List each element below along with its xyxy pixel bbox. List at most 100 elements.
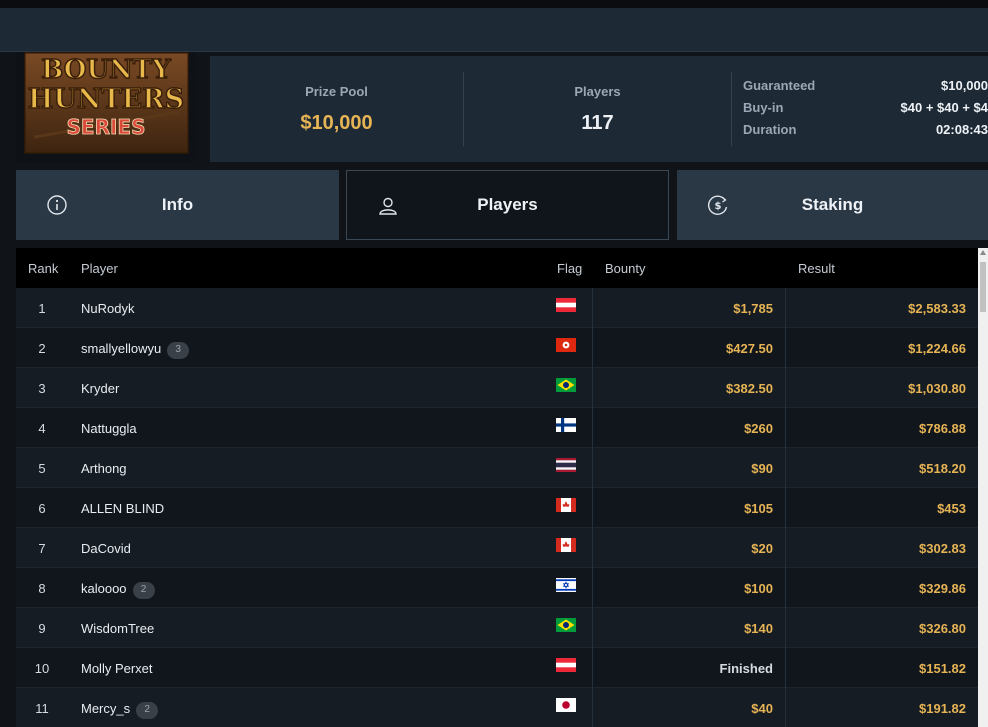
logo-line-2: HUNTERS (28, 84, 184, 115)
tab-info-label: Info (161, 195, 194, 214)
flag-brazil-icon (556, 378, 576, 392)
bounty-cell: $20 (751, 541, 773, 556)
player-name[interactable]: NuRodyk (81, 301, 134, 316)
column-divider (592, 448, 593, 488)
prize-pool-stat: Prize Pool $10,000 (210, 56, 463, 162)
result-cell: $329.86 (919, 581, 966, 596)
column-header-result[interactable]: Result (798, 261, 835, 276)
bounty-cell: $382.50 (726, 381, 773, 396)
result-cell: $151.82 (919, 661, 966, 676)
column-divider (785, 288, 786, 328)
logo-line-3: SERIES (67, 115, 146, 139)
table-row[interactable]: 1 NuRodyk $1,785 $2,583.33 (16, 288, 978, 328)
table-body: 1 NuRodyk $1,785 $2,583.33 2 smallyellowyu 3 $4… (16, 288, 978, 727)
column-divider (785, 328, 786, 368)
detail-value: $10,000 (941, 78, 988, 93)
players-stat: Players 117 (464, 56, 731, 162)
player-cell[interactable]: Molly Perxet (81, 661, 153, 676)
bounty-cell: $1,785 (733, 301, 773, 316)
player-name[interactable]: Mercy_s (81, 701, 130, 716)
column-divider (592, 288, 593, 328)
user-icon (379, 197, 397, 215)
player-name[interactable]: Molly Perxet (81, 661, 153, 676)
prize-pool-label: Prize Pool (305, 84, 368, 99)
players-label: Players (574, 84, 621, 99)
table-row[interactable]: 4 Nattuggla $260 $786.88 (16, 408, 978, 448)
table-row[interactable]: 2 smallyellowyu 3 $427.50 $1,224.66 (16, 328, 978, 368)
player-cell[interactable]: ALLEN BLIND (81, 501, 164, 516)
player-name[interactable]: Nattuggla (81, 421, 137, 436)
svg-text:$: $ (715, 201, 722, 212)
flag-canada-icon (556, 538, 576, 552)
flag-japan-icon (556, 698, 576, 712)
flag-brazil-icon (556, 618, 576, 632)
player-name[interactable]: Kryder (81, 381, 119, 396)
column-header-bounty[interactable]: Bounty (605, 261, 645, 276)
logo-line-1: BOUNTY (41, 55, 171, 85)
player-cell[interactable]: Arthong (81, 461, 127, 476)
player-name[interactable]: DaCovid (81, 541, 131, 556)
bounty-cell: $105 (744, 501, 773, 516)
player-cell[interactable]: DaCovid (81, 541, 131, 556)
player-cell[interactable]: WisdomTree (81, 621, 154, 636)
player-cell[interactable]: NuRodyk (81, 301, 134, 316)
tab-info[interactable]: Info (16, 170, 339, 240)
table-row[interactable]: 10 Molly Perxet Finished $151.82 (16, 648, 978, 688)
table-header: Rank Player Flag Bounty Result (16, 248, 978, 288)
column-divider (592, 328, 593, 368)
top-navigation-bar (0, 8, 988, 52)
player-name[interactable]: WisdomTree (81, 621, 154, 636)
table-row[interactable]: 9 WisdomTree $140 $326.80 (16, 608, 978, 648)
player-cell[interactable]: kaloooo 2 (81, 581, 155, 599)
table-row[interactable]: 6 ALLEN BLIND $105 $453 (16, 488, 978, 528)
detail-buy-in: Buy-in $40 + $40 + $4 (743, 100, 988, 122)
scrollbar[interactable] (978, 248, 988, 727)
result-cell: $326.80 (919, 621, 966, 636)
column-divider (785, 408, 786, 448)
column-divider (785, 568, 786, 608)
bounty-cell: Finished (719, 661, 773, 676)
column-divider (592, 408, 593, 448)
rank-value: 9 (38, 621, 46, 636)
rank-value: 1 (38, 301, 46, 316)
column-divider (785, 608, 786, 648)
detail-value: $40 + $40 + $4 (900, 100, 988, 115)
player-cell[interactable]: Mercy_s 2 (81, 701, 159, 719)
table-row[interactable]: 7 DaCovid $20 $302.83 (16, 528, 978, 568)
player-name[interactable]: Arthong (81, 461, 127, 476)
tab-staking[interactable]: $ Staking (677, 170, 988, 240)
table-row[interactable]: 5 Arthong $90 $518.20 (16, 448, 978, 488)
info-icon (47, 195, 67, 215)
scrollbar-thumb[interactable] (980, 262, 986, 312)
tournament-logo: BOUNTY HUNTERS SERIES (16, 52, 196, 162)
table-row[interactable]: 3 Kryder $382.50 $1,030.80 (16, 368, 978, 408)
column-divider (592, 488, 593, 528)
column-divider (592, 688, 593, 727)
column-header-flag[interactable]: Flag (557, 261, 582, 276)
entries-badge: 2 (132, 582, 155, 599)
result-cell: $1,224.66 (908, 341, 966, 356)
tab-players[interactable]: Players (346, 170, 669, 240)
table-row[interactable]: 11 Mercy_s 2 $40 $191.82 (16, 688, 978, 727)
column-header-rank[interactable]: Rank (28, 261, 58, 276)
bounty-cell: $427.50 (726, 341, 773, 356)
rank-value: 3 (38, 381, 46, 396)
window-top-strip (0, 0, 988, 8)
tournament-tabs: Info Players $ Staking (16, 170, 988, 240)
detail-label: Buy-in (743, 100, 784, 115)
column-divider (785, 688, 786, 727)
player-name[interactable]: smallyellowyu (81, 341, 161, 356)
table-row[interactable]: 8 kaloooo 2 $100 $329.86 (16, 568, 978, 608)
player-name[interactable]: ALLEN BLIND (81, 501, 164, 516)
flag-israel-icon (556, 578, 576, 592)
flag-austria-icon (556, 298, 576, 312)
player-cell[interactable]: Kryder (81, 381, 119, 396)
player-name[interactable]: kaloooo (81, 581, 127, 596)
bounty-cell: $90 (751, 461, 773, 476)
column-header-player[interactable]: Player (81, 261, 118, 276)
player-cell[interactable]: Nattuggla (81, 421, 137, 436)
player-cell[interactable]: smallyellowyu 3 (81, 341, 190, 359)
scroll-up-arrow[interactable] (980, 250, 986, 255)
result-cell: $191.82 (919, 701, 966, 716)
column-divider (785, 448, 786, 488)
